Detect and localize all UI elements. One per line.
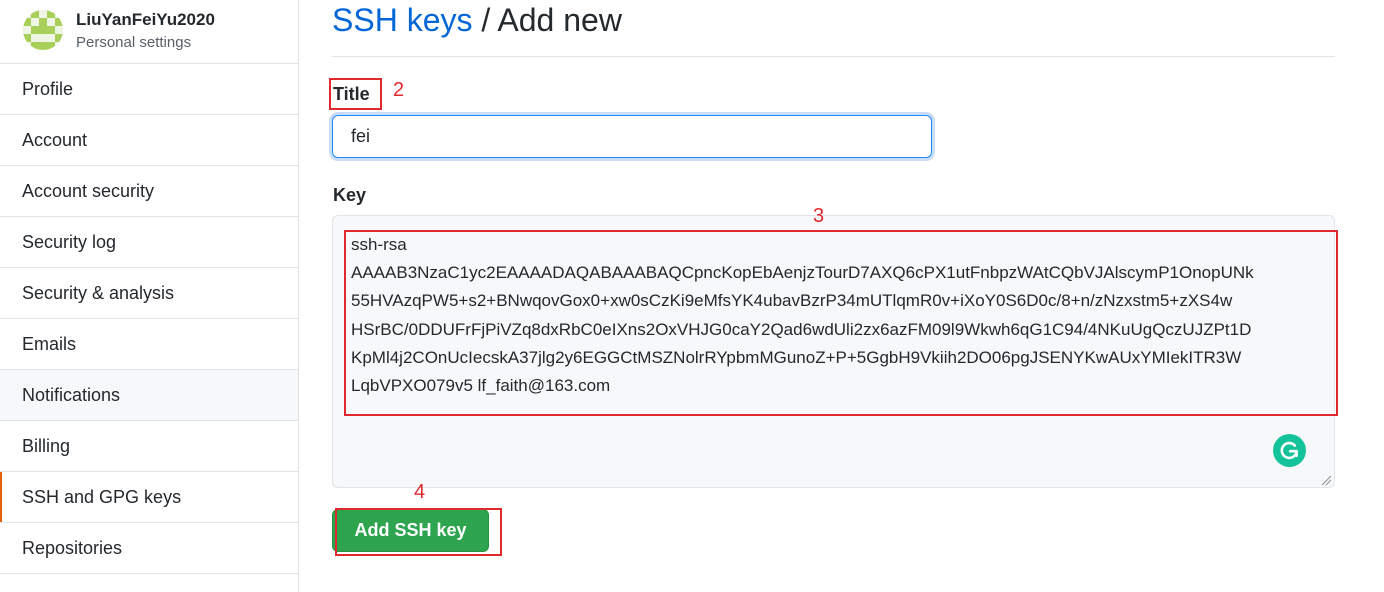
breadcrumb-ssh-keys-link[interactable]: SSH keys	[332, 2, 472, 38]
annotation-number-2: 2	[393, 79, 405, 101]
add-ssh-key-button[interactable]: Add SSH key	[332, 509, 489, 552]
sidebar-item-repositories[interactable]: Repositories	[0, 523, 298, 574]
sidebar-item-security-log[interactable]: Security log	[0, 217, 298, 268]
sidebar-item-billing[interactable]: Billing	[0, 421, 298, 472]
key-label: Key	[333, 185, 367, 205]
settings-sidebar: LiuYanFeiYu2020 Personal settings Profil…	[0, 0, 299, 592]
profile-header: LiuYanFeiYu2020 Personal settings	[0, 0, 298, 64]
title-label: Title	[333, 84, 370, 104]
username[interactable]: LiuYanFeiYu2020	[76, 10, 215, 30]
breadcrumb-separator: /	[472, 2, 498, 38]
sidebar-item-profile[interactable]: Profile	[0, 64, 298, 115]
identicon-avatar-icon	[23, 10, 63, 50]
sidebar-item-notifications[interactable]: Notifications	[0, 370, 298, 421]
title-divider	[332, 56, 1335, 57]
textarea-resize-grip-icon[interactable]	[1320, 474, 1332, 486]
key-textarea[interactable]: ssh-rsa AAAAB3NzaC1yc2EAAAADAQABAAABAQCp…	[332, 215, 1335, 488]
sidebar-item-security-analysis[interactable]: Security & analysis	[0, 268, 298, 319]
sidebar-item-emails[interactable]: Emails	[0, 319, 298, 370]
page-title-text: Add new	[497, 2, 622, 38]
sidebar-item-account[interactable]: Account	[0, 115, 298, 166]
settings-nav: Profile Account Account security Securit…	[0, 64, 298, 574]
grammarly-icon[interactable]	[1273, 434, 1306, 467]
sidebar-item-account-security[interactable]: Account security	[0, 166, 298, 217]
page-title: SSH keys / Add new	[332, 2, 622, 39]
avatar[interactable]	[23, 10, 63, 50]
grammarly-g-icon	[1280, 441, 1298, 460]
title-input[interactable]	[332, 115, 932, 158]
sidebar-item-ssh-gpg-keys[interactable]: SSH and GPG keys	[0, 472, 298, 523]
personal-settings-subtitle: Personal settings	[76, 34, 192, 51]
